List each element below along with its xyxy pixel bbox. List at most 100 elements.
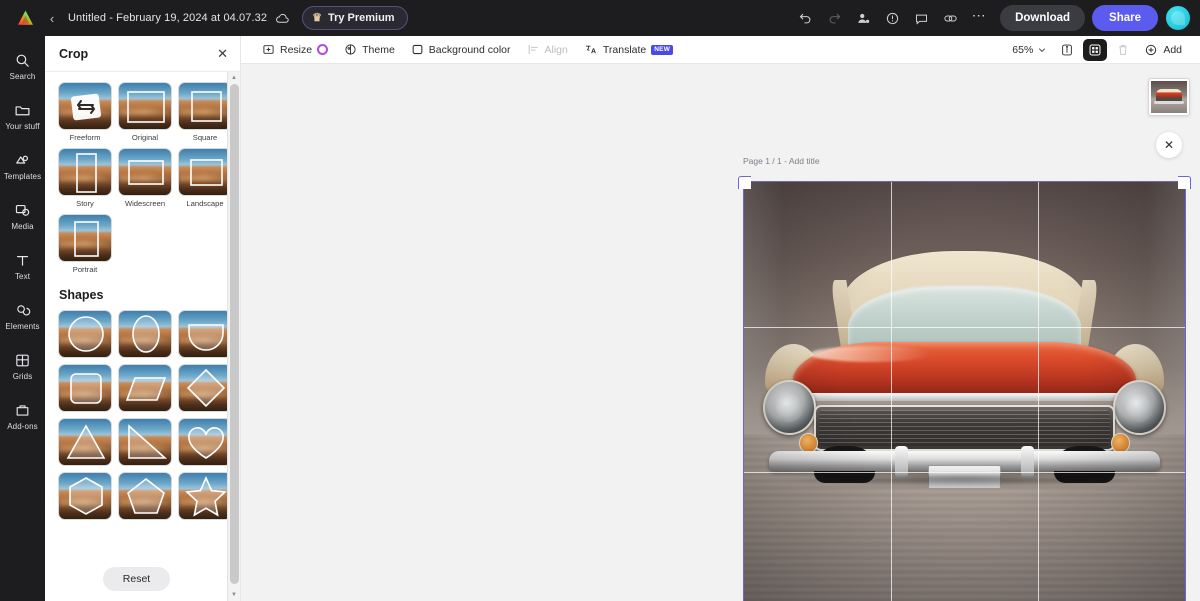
crop-handle-top-left[interactable] xyxy=(738,176,751,189)
sidebar-item-your-stuff[interactable]: Your stuff xyxy=(2,98,43,134)
undo-icon[interactable] xyxy=(792,5,818,31)
sidebar-item-grids[interactable]: Grids xyxy=(2,348,43,384)
crop-preset-portrait[interactable]: Portrait xyxy=(58,214,112,274)
align-button[interactable]: Align xyxy=(520,39,575,61)
shape-ellipse[interactable] xyxy=(118,310,172,358)
sidebar-item-add-ons[interactable]: Add-ons xyxy=(2,398,43,434)
right-triangle-icon xyxy=(119,419,171,465)
crop-preset-label: Portrait xyxy=(72,265,98,274)
portrait-overlay-icon xyxy=(59,215,111,261)
more-options-icon[interactable]: ⋯ xyxy=(966,5,992,31)
sidebar-item-text[interactable]: Text xyxy=(2,248,43,284)
resize-label: Resize xyxy=(280,43,313,56)
back-button[interactable]: ‹ xyxy=(42,11,62,26)
comment-icon[interactable] xyxy=(908,5,934,31)
scroll-up-arrow-icon[interactable]: ▲ xyxy=(228,72,240,84)
page-info-icon[interactable] xyxy=(1055,39,1079,61)
text-icon xyxy=(14,251,31,270)
reset-button[interactable]: Reset xyxy=(102,567,171,591)
sidebar-item-templates[interactable]: Templates xyxy=(2,148,43,184)
crop-panel-scroll-body: Freeform Original Square Story Widescree… xyxy=(45,72,240,601)
crop-preset-landscape[interactable]: Landscape xyxy=(178,148,232,208)
close-icon[interactable]: ✕ xyxy=(217,47,228,60)
shapes-grid xyxy=(45,310,240,520)
redo-icon[interactable] xyxy=(821,5,847,31)
shape-hexagon[interactable] xyxy=(58,472,112,520)
star-icon xyxy=(179,473,231,519)
crop-preset-story[interactable]: Story xyxy=(58,148,112,208)
sidebar-label-text: Text xyxy=(14,272,31,281)
crop-panel-header: Crop ✕ xyxy=(45,36,240,72)
sidebar-label-media: Media xyxy=(11,222,34,231)
crown-icon: ♛ xyxy=(312,11,322,24)
crop-preset-label: Original xyxy=(131,133,159,142)
shape-parallelogram[interactable] xyxy=(118,364,172,412)
grids-icon xyxy=(14,351,31,370)
circle-icon xyxy=(59,311,111,357)
help-icon[interactable] xyxy=(879,5,905,31)
plus-circle-icon xyxy=(1146,44,1157,55)
canvas-toolbar: Resize Theme Background color Align Tran… xyxy=(241,36,1200,64)
shape-circle[interactable] xyxy=(58,310,112,358)
sidebar-label-your-stuff: Your stuff xyxy=(5,122,40,131)
page-1-thumbnail[interactable] xyxy=(1148,78,1190,116)
canvas-area[interactable]: Page 1 / 1 - Add title ✕ xyxy=(241,64,1200,601)
top-bar: ‹ Untitled - February 19, 2024 at 04.07.… xyxy=(0,0,1200,36)
folder-icon xyxy=(14,101,31,120)
theme-button[interactable]: Theme xyxy=(337,39,402,61)
shape-diamond[interactable] xyxy=(178,364,232,412)
shape-triangle[interactable] xyxy=(58,418,112,466)
crop-preset-widescreen[interactable]: Widescreen xyxy=(118,148,172,208)
download-button[interactable]: Download xyxy=(1000,5,1086,31)
page-label[interactable]: Page 1 / 1 - Add title xyxy=(743,156,820,166)
close-pages-icon[interactable]: ✕ xyxy=(1156,132,1182,158)
scrollbar-thumb[interactable] xyxy=(230,84,239,584)
story-overlay-icon xyxy=(59,149,111,195)
grid-view-icon[interactable] xyxy=(1083,38,1108,61)
resize-button[interactable]: Resize xyxy=(255,39,335,61)
shape-heart[interactable] xyxy=(178,418,232,466)
share-button[interactable]: Share xyxy=(1092,5,1158,31)
crop-preset-square[interactable]: Square xyxy=(178,82,232,142)
try-premium-button[interactable]: ♛ Try Premium xyxy=(302,6,408,30)
align-label: Align xyxy=(544,43,568,56)
original-overlay-icon xyxy=(119,83,171,129)
scroll-down-arrow-icon[interactable]: ▼ xyxy=(228,589,240,601)
zoom-selector[interactable]: 65% xyxy=(1008,39,1051,61)
shape-pentagon[interactable] xyxy=(118,472,172,520)
ellipse-icon xyxy=(119,311,171,357)
canvas-image[interactable] xyxy=(743,181,1186,601)
freeform-overlay-icon xyxy=(59,83,111,129)
image-vignette xyxy=(743,181,1186,601)
background-color-button[interactable]: Background color xyxy=(404,39,518,61)
crop-preset-label: Freeform xyxy=(69,133,101,142)
add-page-button[interactable]: Add xyxy=(1139,39,1190,61)
panel-scrollbar[interactable]: ▲ ▼ xyxy=(227,72,240,601)
delete-page-icon[interactable] xyxy=(1111,39,1135,61)
media-icon xyxy=(14,201,31,220)
new-badge: NEW xyxy=(651,44,674,55)
shape-rounded-square[interactable] xyxy=(58,364,112,412)
document-title[interactable]: Untitled - February 19, 2024 at 04.07.32 xyxy=(68,12,267,24)
shape-arch[interactable] xyxy=(178,310,232,358)
shape-star[interactable] xyxy=(178,472,232,520)
search-icon xyxy=(14,51,31,70)
crop-preset-original[interactable]: Original xyxy=(118,82,172,142)
shapes-section-title: Shapes xyxy=(59,288,104,302)
avatar[interactable] xyxy=(1166,6,1190,30)
heart-icon xyxy=(179,419,231,465)
link-icon[interactable] xyxy=(937,5,963,31)
selected-image-frame[interactable] xyxy=(738,176,1191,601)
sidebar-label-add-ons: Add-ons xyxy=(7,422,38,431)
sidebar-item-search[interactable]: Search xyxy=(2,48,43,84)
shape-right-triangle[interactable] xyxy=(118,418,172,466)
align-icon xyxy=(528,44,538,55)
background-color-label: Background color xyxy=(428,43,511,56)
invite-user-icon[interactable] xyxy=(850,5,876,31)
sidebar-item-media[interactable]: Media xyxy=(2,198,43,234)
sidebar-item-elements[interactable]: Elements xyxy=(2,298,43,334)
translate-button[interactable]: Translate NEW xyxy=(577,39,680,61)
crop-preset-label: Widescreen xyxy=(124,199,166,208)
adobe-express-logo-icon[interactable] xyxy=(8,9,42,27)
crop-preset-freeform[interactable]: Freeform xyxy=(58,82,112,142)
